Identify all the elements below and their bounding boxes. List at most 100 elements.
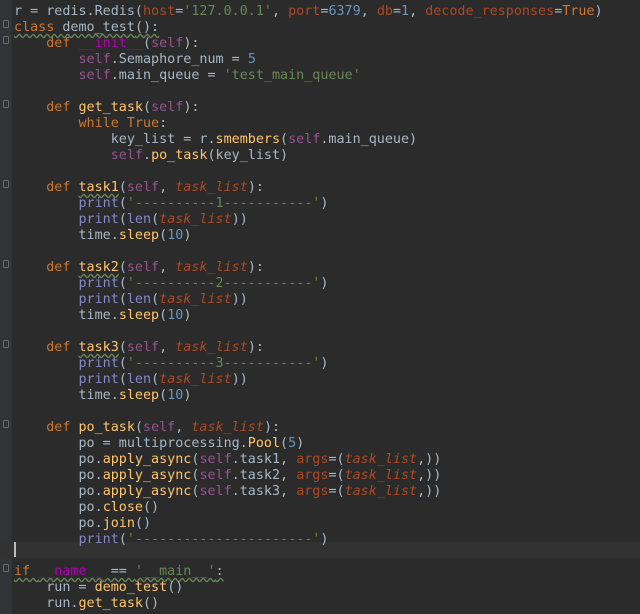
- code-token: task2: [78, 260, 119, 275]
- code-line[interactable]: self.po_task(key_list): [14, 148, 288, 164]
- code-token: (: [159, 228, 168, 243]
- code-token: self: [199, 452, 232, 467]
- code-line[interactable]: print(len(task_list)): [14, 292, 248, 308]
- code-token: (: [118, 372, 127, 387]
- code-token: self: [126, 260, 160, 275]
- code-token: '----------3-----------': [126, 356, 321, 371]
- code-token: self: [126, 180, 160, 195]
- editor-gutter: [0, 0, 12, 614]
- code-token: True: [126, 116, 160, 131]
- code-line[interactable]: def task3(self, task_list):: [14, 340, 264, 356]
- code-line[interactable]: if __name__ == '__main__':: [14, 564, 224, 580]
- code-line[interactable]: time.sleep(10): [14, 228, 191, 244]
- code-token: '127.0.0.1': [183, 4, 272, 19]
- code-token: args: [296, 452, 329, 467]
- fold-marker-icon[interactable]: [3, 36, 9, 44]
- code-token: (: [118, 340, 127, 355]
- code-line[interactable]: def get_task(self):: [14, 100, 199, 116]
- code-line[interactable]: def task2(self, task_list):: [14, 260, 264, 276]
- code-token: .task1,: [231, 452, 297, 467]
- code-token: join: [102, 516, 135, 531]
- code-token: (: [280, 436, 289, 451]
- fold-marker-icon[interactable]: [3, 180, 9, 188]
- code-token: ,)): [417, 484, 442, 499]
- fold-marker-icon[interactable]: [3, 100, 9, 108]
- code-token: args: [296, 484, 329, 499]
- code-line[interactable]: po.apply_async(self.task2, args=(task_li…: [14, 468, 441, 484]
- code-token: 10: [167, 308, 184, 323]
- code-token: self: [78, 52, 111, 67]
- code-token: ,)): [417, 468, 442, 483]
- code-line[interactable]: print('----------------------'): [14, 532, 329, 548]
- code-line[interactable]: class demo_test():: [14, 20, 159, 36]
- code-token: ):: [183, 36, 200, 51]
- code-line[interactable]: def task1(self, task_list):: [14, 180, 264, 196]
- code-token: apply_async: [102, 452, 192, 467]
- code-token: ): [183, 228, 192, 243]
- code-token: self: [78, 68, 111, 83]
- code-token: .main_queue): [320, 132, 418, 147]
- code-line[interactable]: print('----------2-----------'): [14, 276, 329, 292]
- code-token: ):: [247, 180, 264, 195]
- code-token: len: [126, 212, 152, 227]
- code-token: run =: [14, 580, 95, 595]
- code-line[interactable]: key_list = r.smembers(self.main_queue): [14, 132, 417, 148]
- code-token: task_list: [175, 180, 248, 195]
- code-line[interactable]: print('----------1-----------'): [14, 196, 329, 212]
- code-token: time.: [14, 308, 119, 323]
- code-token: db: [376, 4, 393, 19]
- code-token: (: [151, 212, 160, 227]
- code-token: =(: [328, 468, 345, 483]
- code-token: .main_queue =: [110, 68, 224, 83]
- code-token: po_task: [151, 148, 208, 163]
- fold-marker-icon[interactable]: [3, 340, 9, 348]
- code-token: print: [78, 212, 119, 227]
- code-token: ): [320, 196, 329, 211]
- code-line[interactable]: po.close(): [14, 500, 159, 516]
- fold-marker-icon[interactable]: [3, 260, 9, 268]
- code-token: .Semaphore_num =: [110, 52, 248, 67]
- code-line[interactable]: while True:: [14, 116, 168, 132]
- code-token: task3: [78, 340, 119, 355]
- code-line[interactable]: run.get_task(): [14, 596, 159, 612]
- code-line[interactable]: po.apply_async(self.task3, args=(task_li…: [14, 484, 441, 500]
- code-line[interactable]: print(len(task_list)): [14, 212, 248, 228]
- code-editor[interactable]: r = redis.Redis(host='127.0.0.1', port=6…: [0, 0, 640, 614]
- code-line[interactable]: print(len(task_list)): [14, 372, 248, 388]
- code-line[interactable]: po = multiprocessing.Pool(5): [14, 436, 304, 452]
- fold-marker-icon[interactable]: [3, 20, 9, 28]
- code-token: print: [78, 292, 119, 307]
- code-token: print: [78, 532, 119, 547]
- code-token: .task2,: [231, 468, 297, 483]
- code-line[interactable]: print('----------3-----------'): [14, 356, 329, 372]
- code-token: print: [78, 276, 119, 291]
- code-token: self: [151, 36, 184, 51]
- fold-marker-icon[interactable]: [3, 564, 9, 572]
- code-line[interactable]: self.Semaphore_num = 5: [14, 52, 256, 68]
- code-line[interactable]: r = redis.Redis(host='127.0.0.1', port=6…: [14, 4, 603, 20]
- code-line[interactable]: time.sleep(10): [14, 388, 191, 404]
- code-token: def: [46, 420, 79, 435]
- code-line[interactable]: run = demo_test(): [14, 580, 183, 596]
- code-token: run.: [14, 596, 79, 611]
- code-token: (: [118, 196, 127, 211]
- code-line[interactable]: def po_task(self, task_list):: [14, 420, 280, 436]
- code-token: len: [126, 292, 152, 307]
- code-token: :: [159, 116, 168, 131]
- code-token: '----------2-----------': [126, 276, 321, 291]
- code-token: (: [151, 292, 160, 307]
- fold-marker-icon[interactable]: [3, 420, 9, 428]
- code-line[interactable]: time.sleep(10): [14, 308, 191, 324]
- code-line[interactable]: def __init__(self):: [14, 36, 199, 52]
- code-token: (: [118, 276, 127, 291]
- code-line[interactable]: po.apply_async(self.task1, args=(task_li…: [14, 452, 441, 468]
- code-line[interactable]: po.join(): [14, 516, 151, 532]
- code-token: (: [118, 260, 127, 275]
- code-token: ):: [263, 420, 281, 435]
- code-line[interactable]: self.main_queue = 'test_main_queue': [14, 68, 361, 84]
